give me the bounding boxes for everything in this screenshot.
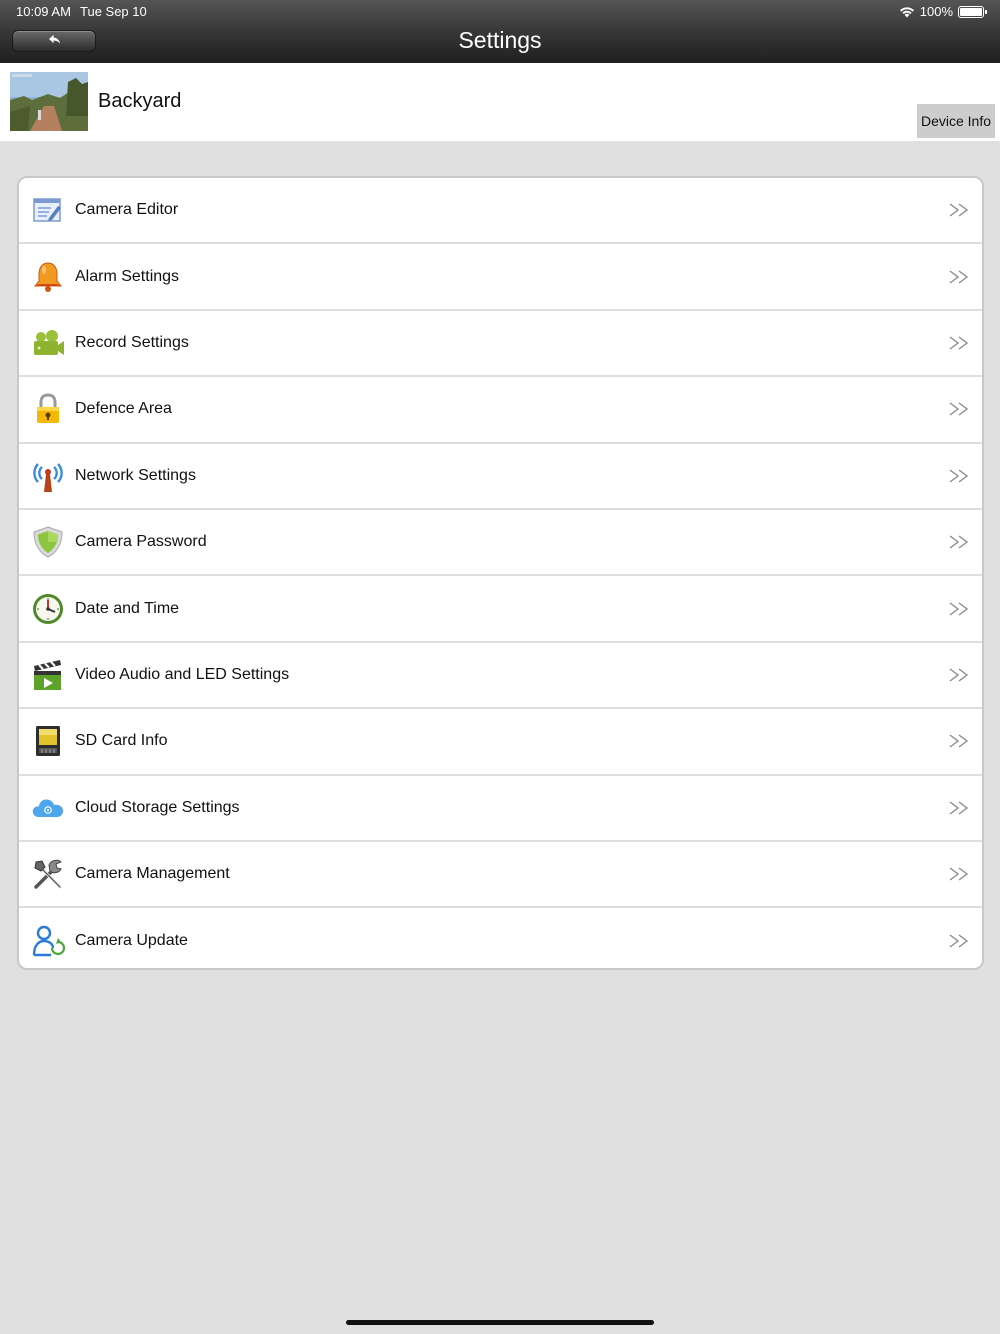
double-chevron-right-icon — [948, 269, 970, 285]
double-chevron-right-icon — [948, 534, 970, 550]
menu-item-label: Alarm Settings — [75, 267, 180, 285]
menu-item-camera-password[interactable]: Camera Password — [19, 510, 982, 577]
status-time: 10:09 AM — [16, 4, 71, 19]
menu-item-alarm-settings[interactable]: Alarm Settings — [19, 244, 982, 311]
menu-item-label: Cloud Storage Settings — [75, 798, 240, 816]
battery-percent: 100% — [919, 4, 953, 19]
device-header: Backyard Device Info — [0, 63, 1000, 141]
antenna-icon — [31, 459, 65, 493]
camera-thumbnail[interactable] — [10, 72, 88, 131]
double-chevron-right-icon — [948, 866, 970, 882]
menu-item-label: Camera Management — [75, 865, 230, 883]
clapperboard-icon — [31, 658, 65, 692]
menu-item-video-audio-led[interactable]: Video Audio and LED Settings — [19, 643, 982, 710]
home-indicator[interactable] — [346, 1320, 654, 1325]
menu-item-label: SD Card Info — [75, 732, 168, 750]
video-camera-icon — [31, 326, 65, 360]
menu-item-defence-area[interactable]: Defence Area — [19, 377, 982, 444]
settings-menu: Camera Editor Alarm Settings Record Sett… — [17, 176, 984, 970]
menu-item-camera-update[interactable]: Camera Update — [19, 908, 982, 968]
device-name: Backyard — [98, 90, 182, 112]
status-indicators: 100% — [899, 4, 987, 19]
menu-item-label: Record Settings — [75, 333, 189, 351]
menu-item-date-and-time[interactable]: Date and Time — [19, 576, 982, 643]
bell-icon — [31, 260, 65, 294]
menu-item-label: Date and Time — [75, 599, 180, 617]
menu-item-cloud-storage[interactable]: Cloud Storage Settings — [19, 776, 982, 842]
double-chevron-right-icon — [948, 667, 970, 683]
menu-item-record-settings[interactable]: Record Settings — [19, 311, 982, 378]
double-chevron-right-icon — [948, 800, 970, 816]
double-chevron-right-icon — [948, 733, 970, 749]
tools-icon — [31, 857, 65, 891]
double-chevron-right-icon — [948, 202, 970, 218]
wifi-icon — [899, 6, 915, 18]
double-chevron-right-icon — [948, 468, 970, 484]
user-update-icon — [31, 924, 65, 958]
device-info-button[interactable]: Device Info — [917, 104, 995, 138]
double-chevron-right-icon — [948, 401, 970, 417]
menu-item-camera-editor[interactable]: Camera Editor — [19, 178, 982, 245]
menu-item-camera-management[interactable]: Camera Management — [19, 842, 982, 909]
cloud-icon — [31, 791, 65, 825]
status-date: Tue Sep 10 — [80, 4, 147, 19]
page-title: Settings — [458, 27, 542, 53]
shield-icon — [31, 525, 65, 559]
menu-item-label: Network Settings — [75, 466, 196, 484]
menu-item-label: Camera Password — [75, 533, 207, 551]
double-chevron-right-icon — [948, 933, 970, 949]
clock-icon — [31, 592, 65, 626]
menu-item-label: Camera Update — [75, 932, 188, 950]
menu-item-sd-card-info[interactable]: SD Card Info — [19, 709, 982, 776]
battery-icon — [958, 5, 987, 18]
menu-item-label: Defence Area — [75, 400, 172, 418]
menu-item-network-settings[interactable]: Network Settings — [19, 444, 982, 510]
menu-item-label: Video Audio and LED Settings — [75, 665, 290, 683]
camera-editor-icon — [31, 193, 65, 227]
sd-card-icon — [31, 724, 65, 758]
menu-item-label: Camera Editor — [75, 201, 179, 219]
double-chevron-right-icon — [948, 601, 970, 617]
lock-icon — [31, 392, 65, 426]
double-chevron-right-icon — [948, 335, 970, 351]
navigation-bar: 10:09 AM Tue Sep 10 100% Settings — [0, 0, 1000, 63]
